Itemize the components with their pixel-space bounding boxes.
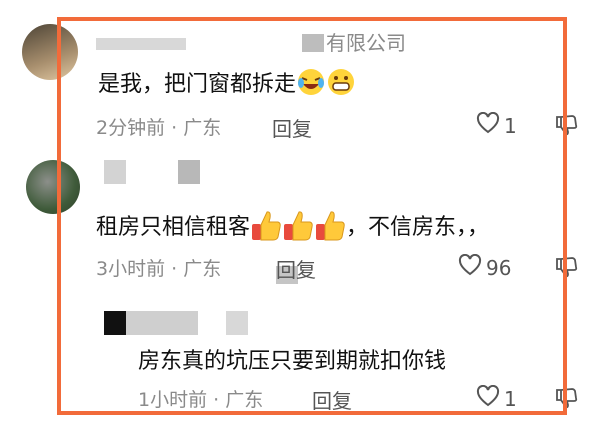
username-redacted <box>126 311 198 335</box>
heart-icon <box>458 253 482 281</box>
comment-2-like-button[interactable]: 96 <box>458 253 512 281</box>
username-redacted <box>178 160 200 184</box>
comment-1-text: 是我，把门窗都拆走 <box>98 66 356 103</box>
grinning-emoji-icon <box>326 67 356 103</box>
comment-2-meta: 3小时前 · 广东 <box>96 258 222 280</box>
comment-3-like-button[interactable]: 1 <box>476 384 517 412</box>
like-count: 1 <box>504 386 517 411</box>
avatar[interactable] <box>22 24 78 80</box>
username-redacted <box>96 38 186 50</box>
comment-1-reply-button[interactable]: 回复 <box>272 113 312 142</box>
avatar-redacted <box>104 311 126 335</box>
like-count: 96 <box>486 255 512 280</box>
heart-icon <box>476 111 500 139</box>
comment-2-text: 租房只相信租客 ，不信房东，， <box>96 208 489 248</box>
heart-icon <box>476 384 500 412</box>
like-count: 1 <box>504 113 517 138</box>
dislike-icon[interactable] <box>555 113 579 141</box>
dislike-icon[interactable] <box>555 386 579 414</box>
username-redacted <box>226 311 248 335</box>
laughing-tears-emoji-icon <box>296 67 326 103</box>
comment-2-reply-button[interactable]: 回复 <box>276 254 316 283</box>
comment-1-meta: 2分钟前 · 广东 <box>96 117 222 139</box>
dislike-icon[interactable] <box>555 255 579 283</box>
username-redacted <box>104 160 126 184</box>
avatar[interactable] <box>26 160 80 214</box>
comment-3-reply-button[interactable]: 回复 <box>312 385 352 414</box>
thumbs-up-icon <box>250 208 282 248</box>
comment-3-meta: 1小时前 · 广东 <box>138 389 264 411</box>
redaction-block <box>302 34 324 52</box>
company-label: 有限公司 <box>326 31 406 55</box>
comment-3-text: 房东真的坑压只要到期就扣你钱 <box>138 349 447 374</box>
thumbs-up-icon <box>314 208 346 248</box>
comment-1-like-button[interactable]: 1 <box>476 111 517 139</box>
thumbs-up-icon <box>282 208 314 248</box>
